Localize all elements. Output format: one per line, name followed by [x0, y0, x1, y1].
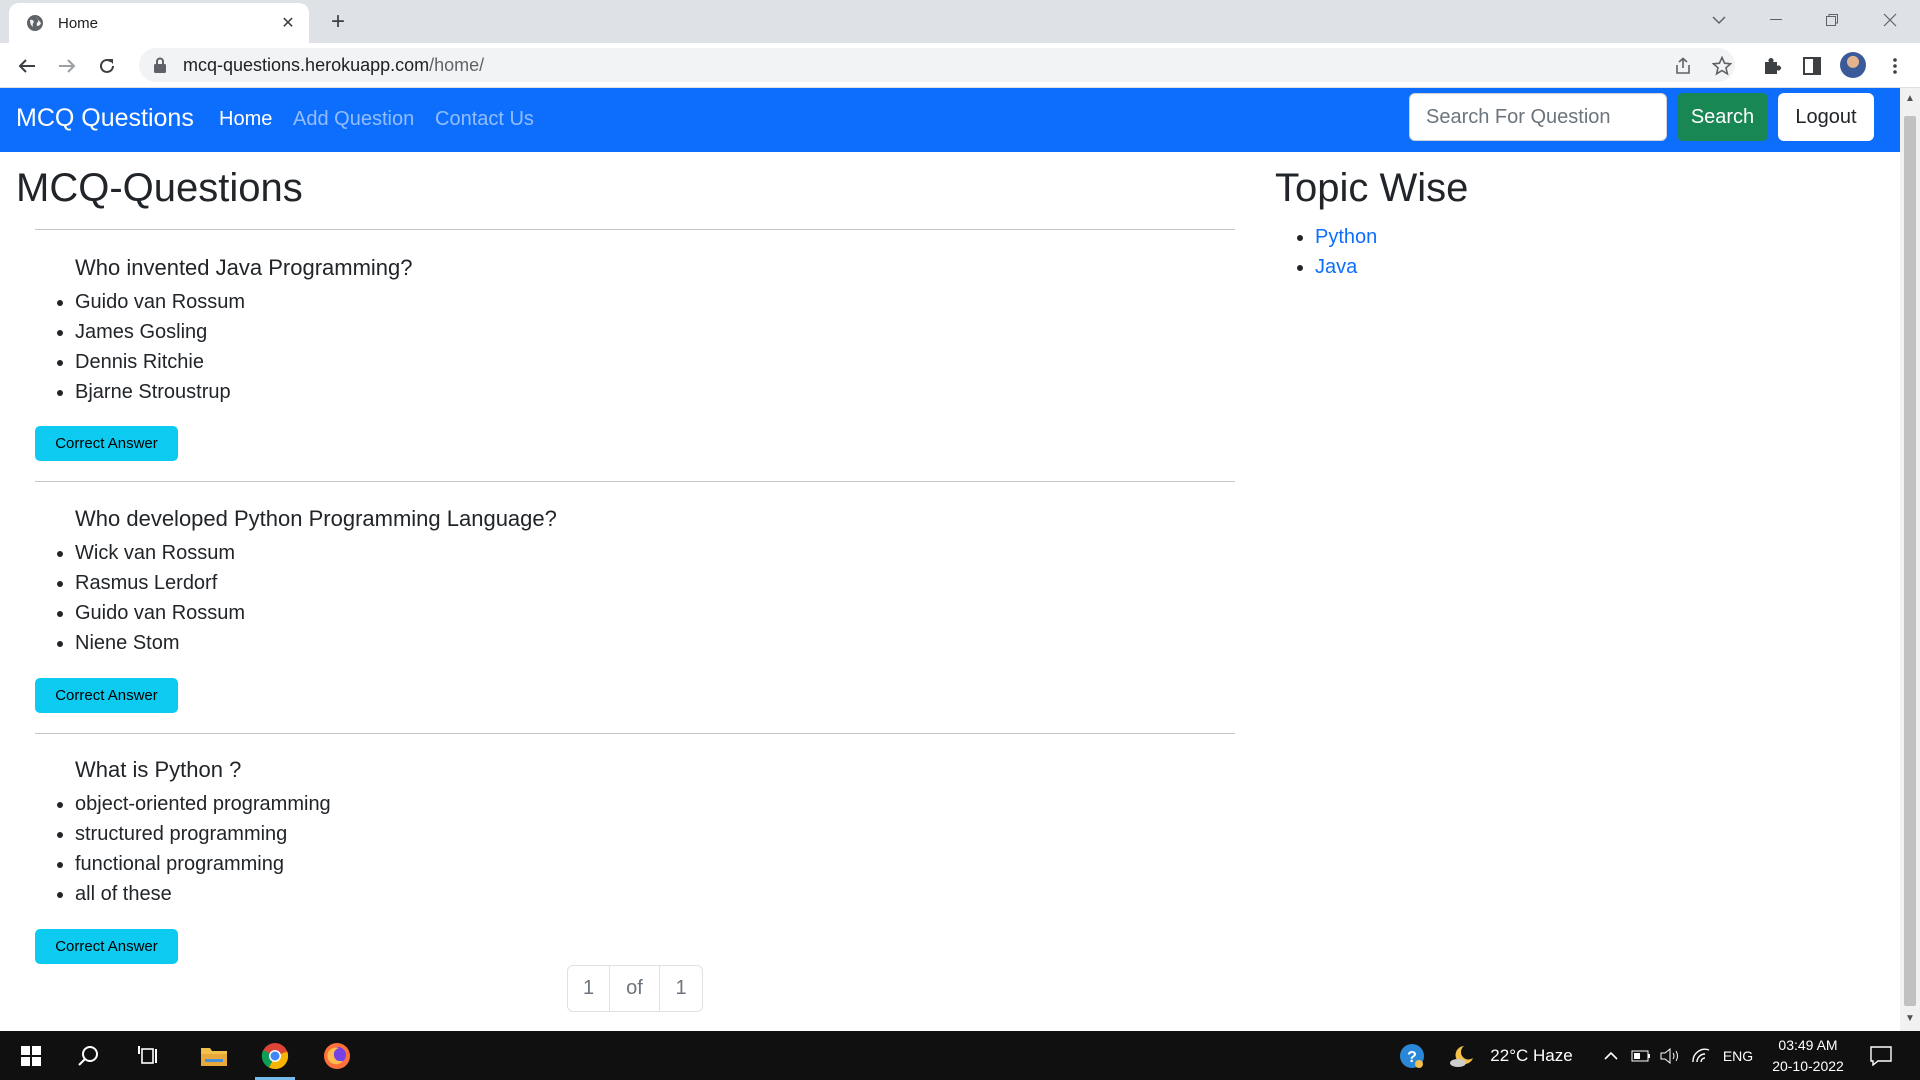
weather-text[interactable]: 22°C Haze: [1484, 1031, 1579, 1080]
options-list: Guido van Rossum James Gosling Dennis Ri…: [75, 287, 245, 407]
option-item: Guido van Rossum: [75, 598, 245, 628]
option-item: Wick van Rossum: [75, 538, 245, 568]
option-item: Niene Stom: [75, 628, 245, 658]
logout-button[interactable]: Logout: [1778, 93, 1874, 141]
tab-title: Home: [58, 14, 99, 32]
divider: [35, 481, 1235, 482]
firefox-icon[interactable]: [313, 1031, 361, 1080]
wifi-icon[interactable]: [1688, 1031, 1714, 1080]
option-item: Guido van Rossum: [75, 287, 245, 317]
scrollbar-thumb[interactable]: [1904, 116, 1916, 1006]
question-text: Who invented Java Programming?: [75, 255, 413, 280]
reload-icon[interactable]: [94, 53, 120, 79]
restore-icon[interactable]: [1818, 8, 1846, 32]
side-panel-icon[interactable]: [1801, 55, 1823, 77]
language-indicator[interactable]: ENG: [1718, 1031, 1758, 1080]
volume-icon[interactable]: [1658, 1031, 1682, 1080]
task-view-icon[interactable]: [128, 1031, 170, 1080]
profile-avatar[interactable]: [1840, 52, 1866, 78]
new-tab-icon[interactable]: +: [325, 8, 351, 35]
clock-time: 03:49 AM: [1778, 1037, 1838, 1053]
chrome-icon[interactable]: [251, 1031, 299, 1080]
file-explorer-icon[interactable]: [190, 1031, 238, 1080]
windows-start-icon[interactable]: [10, 1031, 52, 1080]
search-icon[interactable]: [68, 1031, 110, 1080]
correct-answer-button[interactable]: Correct Answer: [35, 426, 178, 461]
divider: [35, 229, 1235, 230]
page-title: MCQ-Questions: [16, 166, 303, 210]
topic-wise-title: Topic Wise: [1275, 166, 1469, 210]
windows-taskbar: ? 22°C Haze ENG 03:49 AM 20-10-2022: [0, 1031, 1920, 1080]
bookmark-star-icon[interactable]: [1712, 56, 1732, 76]
share-icon[interactable]: [1673, 56, 1693, 76]
globe-icon: [27, 15, 43, 31]
help-icon[interactable]: ?: [1395, 1031, 1429, 1080]
site-navbar: MCQ Questions Home Add Question Contact …: [0, 88, 1900, 152]
option-item: Rasmus Lerdorf: [75, 568, 245, 598]
divider: [35, 733, 1235, 734]
options-list: Wick van Rossum Rasmus Lerdorf Guido van…: [75, 538, 245, 658]
option-item: structured programming: [75, 819, 331, 849]
notifications-icon[interactable]: [1864, 1031, 1898, 1080]
page-total[interactable]: 1: [660, 966, 702, 1011]
topic-link-java[interactable]: Java: [1315, 256, 1357, 278]
nav-add-question-link[interactable]: Add Question: [293, 108, 414, 131]
option-item: object-oriented programming: [75, 789, 331, 819]
tab-strip: Home ✕ +: [0, 0, 1920, 43]
page-of-label: of: [610, 966, 660, 1011]
brand-logo[interactable]: MCQ Questions: [16, 104, 194, 133]
nav-home-link[interactable]: Home: [219, 108, 272, 131]
minimize-icon[interactable]: [1762, 8, 1790, 32]
page-viewport: MCQ Questions Home Add Question Contact …: [0, 88, 1900, 1031]
close-tab-icon[interactable]: ✕: [277, 12, 299, 34]
option-item: James Gosling: [75, 317, 245, 347]
tab-search-icon[interactable]: [1705, 8, 1733, 32]
question-text: Who developed Python Programming Languag…: [75, 506, 557, 531]
browser-tab[interactable]: Home ✕: [9, 3, 309, 43]
browser-toolbar: mcq-questions.herokuapp.com/home/: [0, 43, 1920, 88]
forward-arrow-icon[interactable]: [54, 53, 80, 79]
chevron-up-icon[interactable]: [1600, 1031, 1622, 1080]
correct-answer-button[interactable]: Correct Answer: [35, 678, 178, 713]
topic-link-python[interactable]: Python: [1315, 226, 1377, 248]
scroll-down-arrow-icon[interactable]: ▼: [1905, 1014, 1915, 1024]
weather-moon-icon: [1444, 1031, 1480, 1080]
clock-date: 20-10-2022: [1772, 1058, 1844, 1074]
close-window-icon[interactable]: [1876, 8, 1904, 32]
correct-answer-button[interactable]: Correct Answer: [35, 929, 178, 964]
topic-item: Java: [1315, 252, 1377, 282]
scroll-up-arrow-icon[interactable]: ▲: [1905, 94, 1915, 104]
topic-item: Python: [1315, 222, 1377, 252]
topic-list: Python Java: [1315, 222, 1377, 282]
lock-icon: [154, 57, 166, 73]
question-text: What is Python ?: [75, 757, 242, 782]
option-item: all of these: [75, 879, 331, 909]
page-scrollbar[interactable]: ▲ ▼: [1900, 88, 1920, 1031]
option-item: functional programming: [75, 849, 331, 879]
back-arrow-icon[interactable]: [14, 53, 40, 79]
option-item: Dennis Ritchie: [75, 347, 245, 377]
options-list: object-oriented programming structured p…: [75, 789, 331, 909]
pagination: 1 of 1: [567, 965, 703, 1012]
address-bar[interactable]: mcq-questions.herokuapp.com/home/: [139, 48, 1735, 82]
search-input[interactable]: [1409, 93, 1667, 141]
battery-icon[interactable]: [1629, 1031, 1653, 1080]
url-text: mcq-questions.herokuapp.com/home/: [183, 54, 485, 75]
option-item: Bjarne Stroustrup: [75, 377, 245, 407]
browser-menu-icon[interactable]: [1884, 55, 1906, 77]
nav-contact-us-link[interactable]: Contact Us: [435, 108, 534, 131]
system-clock[interactable]: 03:49 AM 20-10-2022: [1766, 1035, 1850, 1077]
search-button[interactable]: Search: [1677, 93, 1768, 141]
page-current[interactable]: 1: [568, 966, 610, 1011]
extensions-puzzle-icon[interactable]: [1761, 55, 1783, 77]
